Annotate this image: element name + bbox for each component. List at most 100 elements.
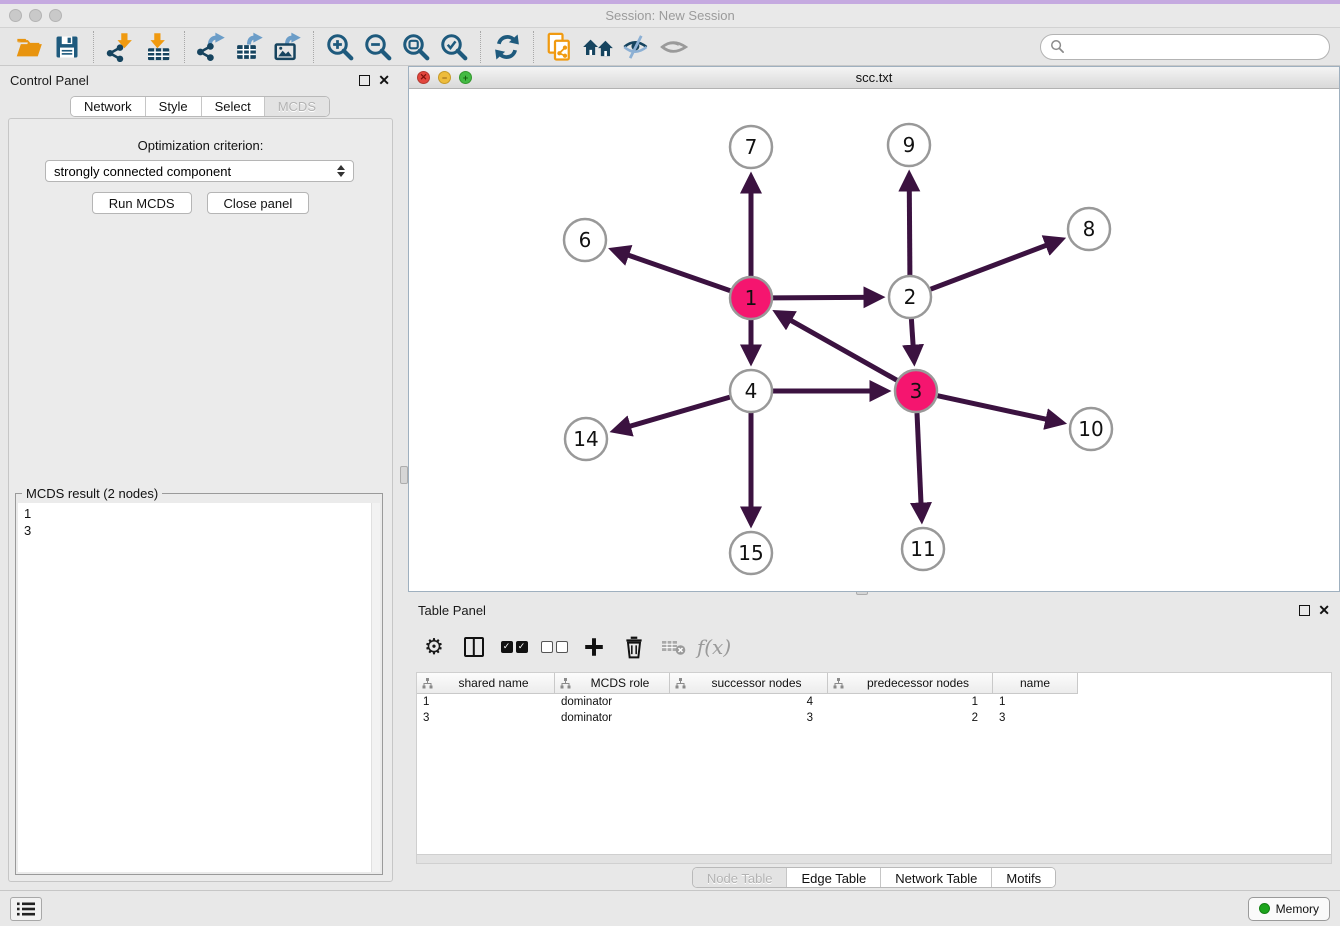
cell-mcds-role[interactable]: dominator [555, 712, 670, 724]
optimization-criterion-select[interactable]: strongly connected component [45, 160, 354, 182]
svg-text:15: 15 [738, 541, 763, 565]
cell-name[interactable]: 1 [993, 696, 1078, 708]
export-table-button[interactable] [230, 30, 268, 64]
export-network-button[interactable] [192, 30, 230, 64]
delete-table-button[interactable] [656, 629, 692, 665]
edge-2-3[interactable] [911, 319, 914, 361]
vertical-splitter-handle[interactable] [400, 466, 408, 484]
import-table-button[interactable] [139, 30, 177, 64]
column-header-successor-nodes[interactable]: successor nodes [670, 673, 828, 694]
zoom-fit-button[interactable] [397, 30, 435, 64]
edge-1-2[interactable] [773, 297, 880, 298]
tab-node-table[interactable]: Node Table [693, 868, 788, 888]
memory-status-icon [1259, 903, 1270, 914]
column-header-shared-name[interactable]: shared name [417, 673, 555, 694]
edge-4-14[interactable] [615, 397, 730, 431]
node-3[interactable]: 3 [895, 370, 937, 412]
tab-motifs[interactable]: Motifs [992, 868, 1055, 888]
home-icon [582, 33, 614, 61]
import-network-button[interactable] [101, 30, 139, 64]
network-canvas[interactable]: 1 2 3 4 6 7 8 9 10 11 14 15 [409, 89, 1339, 591]
save-session-button[interactable] [48, 30, 86, 64]
hide-panels-button[interactable] [617, 30, 655, 64]
node-1[interactable]: 1 [730, 277, 772, 319]
edge-2-9[interactable] [909, 175, 910, 275]
edge-3-11[interactable] [917, 413, 922, 519]
show-columns-button[interactable] [456, 629, 492, 665]
node-table-header: shared name MCDS role successor nodes pr… [417, 673, 1331, 694]
tab-network-table[interactable]: Network Table [881, 868, 992, 888]
table-row[interactable]: 3 dominator 3 2 3 [417, 710, 1331, 726]
edge-3-1[interactable] [777, 313, 897, 381]
zoom-selected-button[interactable] [435, 30, 473, 64]
close-panel-button[interactable]: Close panel [207, 192, 310, 214]
trash-icon [623, 635, 645, 659]
mcds-result-scrollbar[interactable] [371, 503, 380, 872]
cell-successor-nodes[interactable]: 4 [670, 696, 828, 708]
control-panel-close-icon[interactable]: ✕ [378, 75, 390, 86]
cell-predecessor-nodes[interactable]: 2 [828, 712, 993, 724]
node-15[interactable]: 15 [730, 532, 772, 574]
column-header-name[interactable]: name [993, 673, 1078, 694]
duplicate-network-button[interactable] [541, 30, 579, 64]
memory-button[interactable]: Memory [1248, 897, 1330, 921]
cell-shared-name[interactable]: 3 [417, 712, 555, 724]
refresh-view-button[interactable] [488, 30, 526, 64]
select-all-button[interactable]: ✓✓ [496, 629, 532, 665]
cell-successor-nodes[interactable]: 3 [670, 712, 828, 724]
table-horizontal-scrollbar[interactable] [416, 855, 1332, 864]
mcds-result-text[interactable]: 1 3 [18, 503, 380, 872]
column-header-mcds-role[interactable]: MCDS role [555, 673, 670, 694]
cell-shared-name[interactable]: 1 [417, 696, 555, 708]
delete-rows-button[interactable] [616, 629, 652, 665]
table-panel-float-button[interactable] [1299, 605, 1310, 616]
node-14[interactable]: 14 [565, 418, 607, 460]
network-search-box[interactable] [1040, 34, 1330, 60]
export-image-button[interactable] [268, 30, 306, 64]
tab-edge-table[interactable]: Edge Table [787, 868, 881, 888]
node-7[interactable]: 7 [730, 126, 772, 168]
table-settings-button[interactable]: ⚙ [416, 629, 452, 665]
node-10[interactable]: 10 [1070, 408, 1112, 450]
svg-text:14: 14 [573, 427, 598, 451]
search-input[interactable] [1070, 39, 1320, 54]
deselect-all-button[interactable] [536, 629, 572, 665]
edge-2-8[interactable] [931, 240, 1061, 290]
home-button[interactable] [579, 30, 617, 64]
node-6[interactable]: 6 [564, 219, 606, 261]
tab-select[interactable]: Select [202, 97, 265, 116]
network-window-title: scc.txt [409, 70, 1339, 85]
run-mcds-button[interactable]: Run MCDS [92, 192, 192, 214]
cell-mcds-role[interactable]: dominator [555, 696, 670, 708]
network-window-titlebar[interactable]: ✕ − + scc.txt [409, 67, 1339, 89]
node-2[interactable]: 2 [889, 276, 931, 318]
column-header-predecessor-nodes[interactable]: predecessor nodes [828, 673, 993, 694]
network-view-window: ✕ − + scc.txt 1 2 3 4 6 7 8 9 10 11 14 15 [408, 66, 1340, 592]
gear-icon: ⚙ [424, 634, 444, 660]
open-session-button[interactable] [10, 30, 48, 64]
cell-predecessor-nodes[interactable]: 1 [828, 696, 993, 708]
table-row[interactable]: 1 dominator 4 1 1 [417, 694, 1331, 710]
import-network-icon [105, 32, 135, 62]
app-window-title: Session: New Session [0, 8, 1340, 23]
node-9[interactable]: 9 [888, 124, 930, 166]
function-builder-button[interactable]: f(x) [696, 629, 732, 665]
tab-mcds[interactable]: MCDS [265, 97, 329, 116]
node-8[interactable]: 8 [1068, 208, 1110, 250]
zoom-out-button[interactable] [359, 30, 397, 64]
show-panels-button[interactable] [655, 30, 693, 64]
add-row-button[interactable] [576, 629, 612, 665]
node-11[interactable]: 11 [902, 528, 944, 570]
tab-style[interactable]: Style [146, 97, 202, 116]
export-table-icon [234, 32, 264, 62]
edge-3-10[interactable] [938, 396, 1062, 423]
node-4[interactable]: 4 [730, 370, 772, 412]
zoom-in-button[interactable] [321, 30, 359, 64]
tab-network[interactable]: Network [71, 97, 146, 116]
zoom-in-icon [325, 32, 355, 62]
control-panel-float-button[interactable] [359, 75, 370, 86]
cell-name[interactable]: 3 [993, 712, 1078, 724]
table-panel-close-icon[interactable]: ✕ [1318, 605, 1330, 616]
edge-1-6[interactable] [613, 250, 730, 291]
task-history-button[interactable] [10, 897, 42, 921]
